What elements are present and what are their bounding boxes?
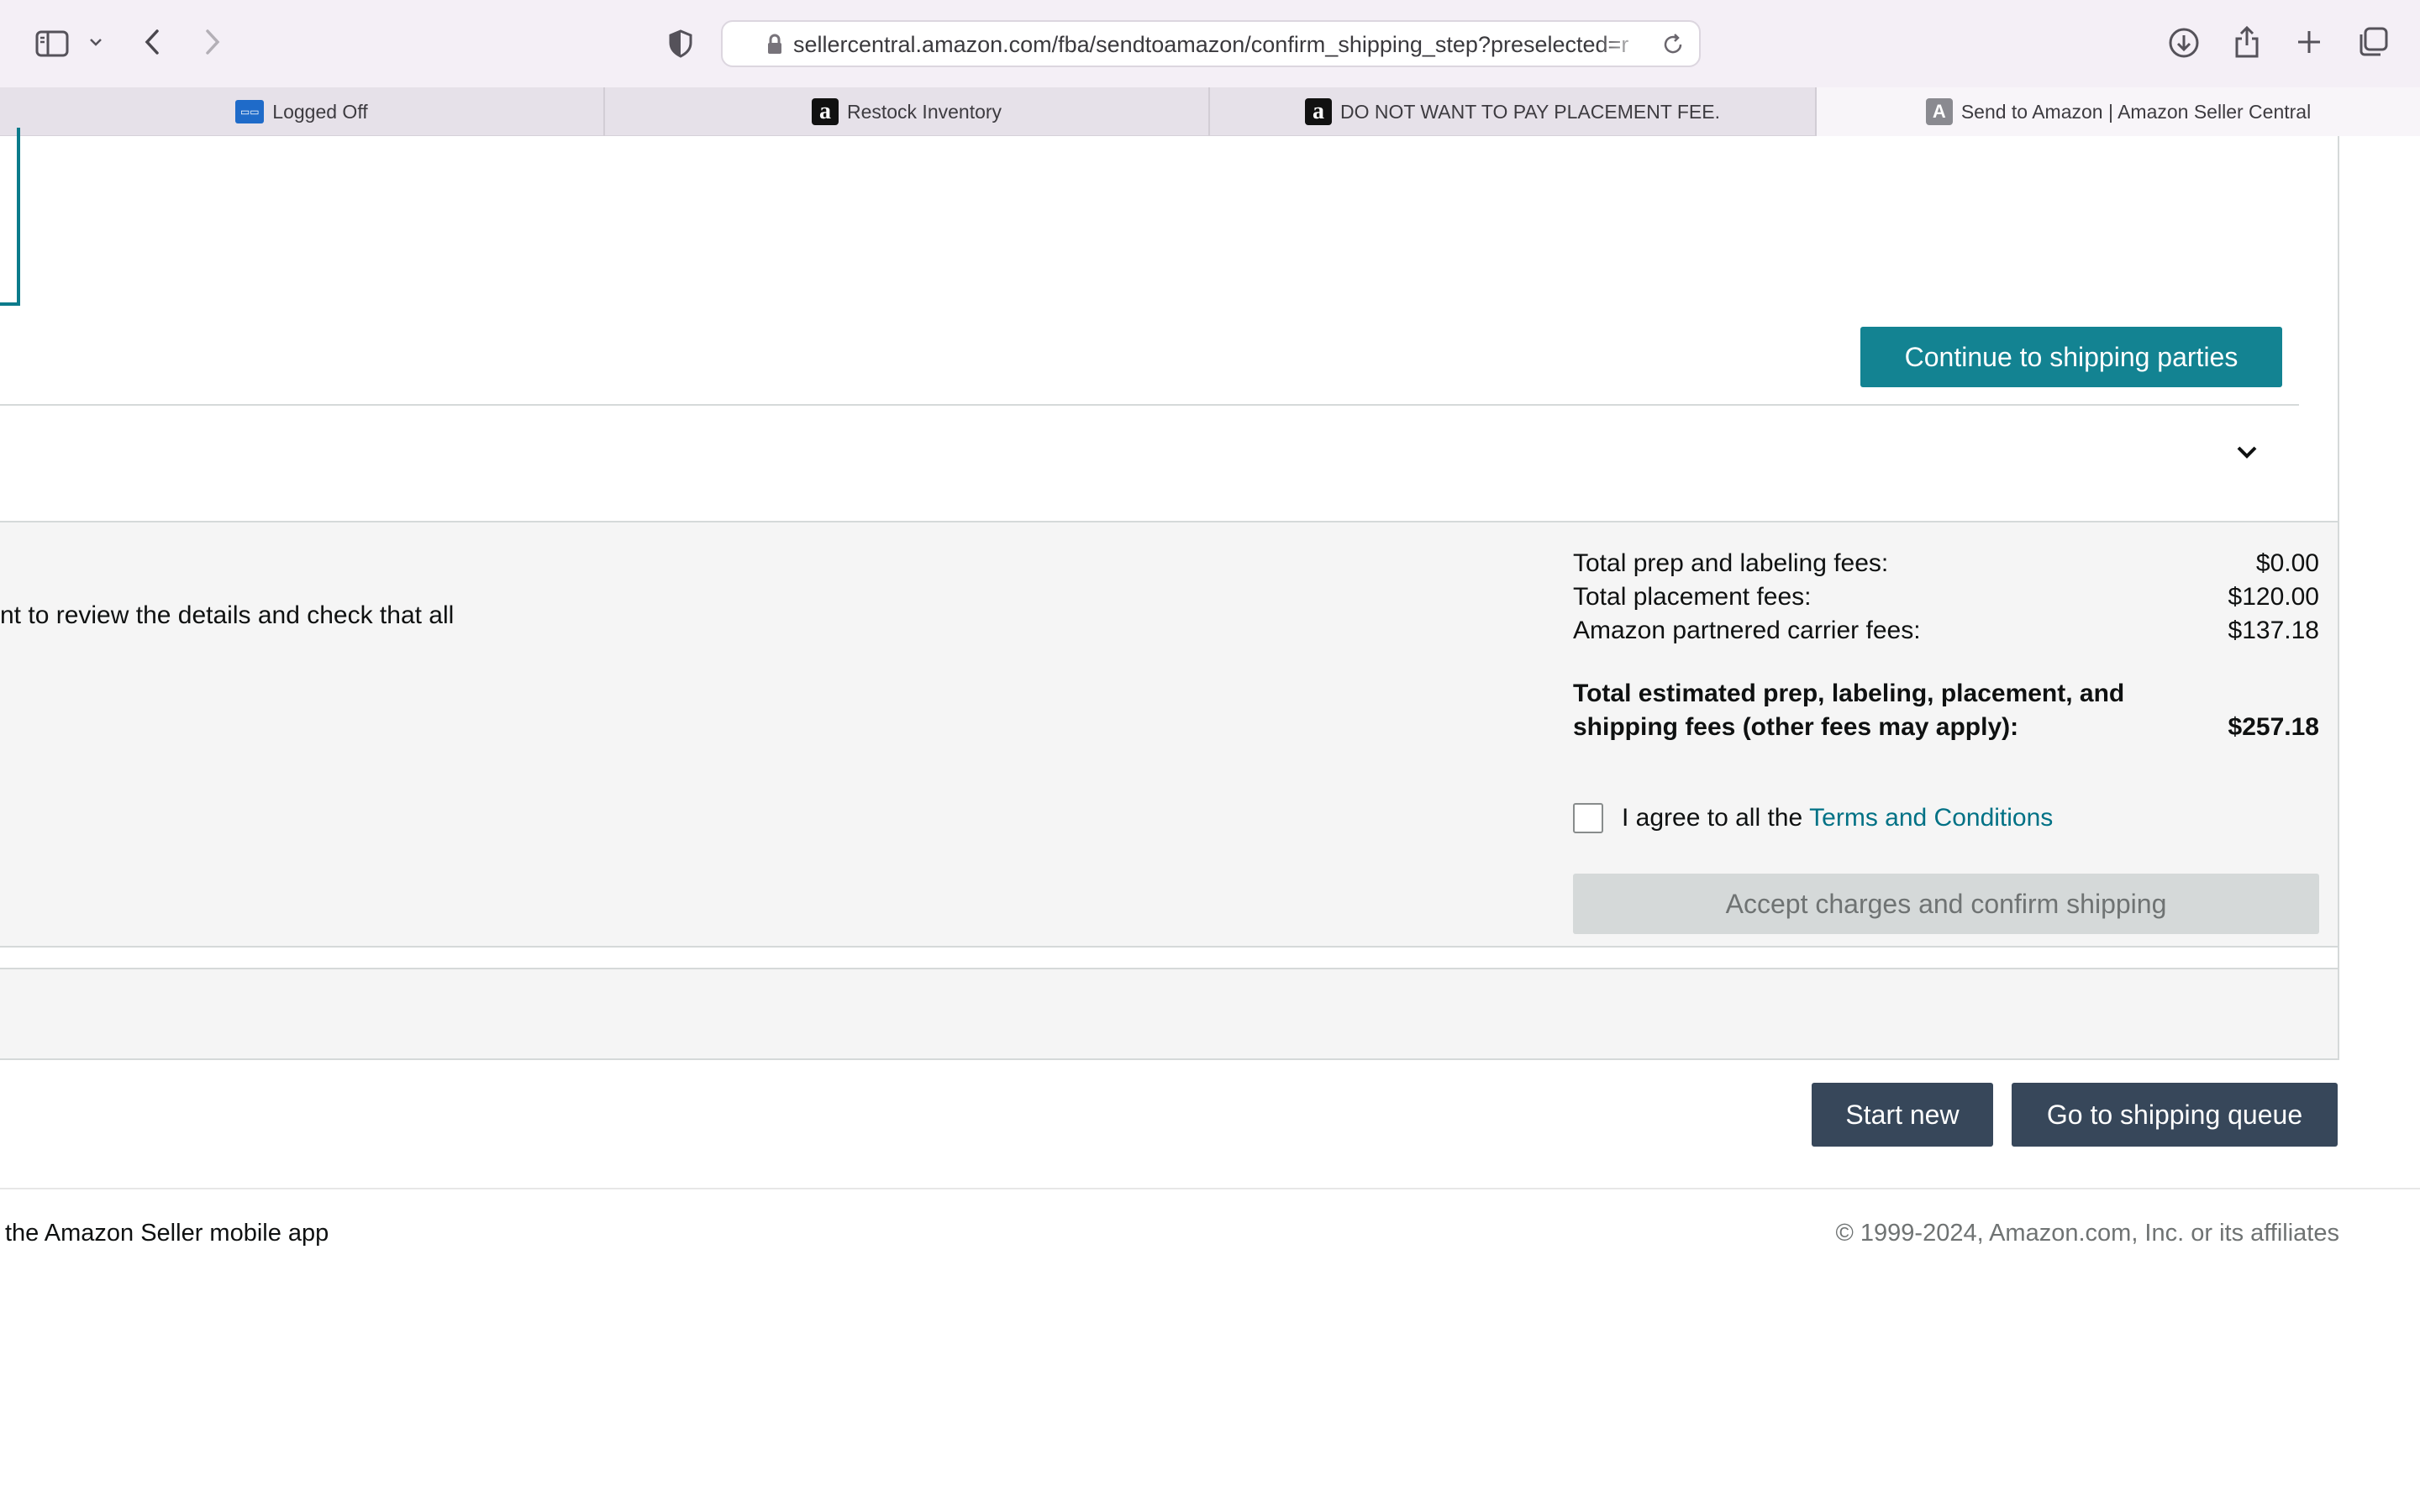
section-divider — [0, 404, 2299, 406]
share-icon[interactable] — [2232, 24, 2262, 60]
fee-amount: $0.00 — [2255, 549, 2319, 577]
chevron-down-icon[interactable] — [2235, 444, 2259, 465]
review-instructions: nt to review the details and check that … — [0, 601, 455, 629]
accept-charges-confirm-shipping-button[interactable]: Accept charges and confirm shipping — [1573, 874, 2319, 934]
downloads-icon[interactable] — [2166, 25, 2202, 60]
total-fees-label: Total estimated prep, labeling, placemen… — [1573, 680, 2125, 741]
fee-label: Total prep and labeling fees: — [1573, 549, 1889, 577]
forward-icon[interactable] — [200, 25, 225, 59]
footer-divider — [0, 1188, 2420, 1189]
new-tab-icon[interactable] — [2294, 27, 2324, 57]
fee-label: Total placement fees: — [1573, 583, 1812, 611]
privacy-shield-icon[interactable] — [666, 27, 696, 60]
fee-total-row: Total estimated prep, labeling, placemen… — [1573, 677, 2319, 744]
amazon-icon: a — [811, 98, 839, 125]
reload-icon[interactable] — [1660, 32, 1686, 61]
secondary-panel — [0, 968, 2339, 1060]
back-icon[interactable] — [139, 25, 165, 59]
fee-row-placement: Total placement fees: $120.00 — [1573, 583, 2319, 617]
tab-bar: ▭▭ Logged Off a Restock Inventory a DO N… — [0, 87, 2420, 136]
chevron-down-icon[interactable] — [87, 34, 104, 50]
mobile-app-text[interactable]: the Amazon Seller mobile app — [5, 1220, 329, 1247]
terms-checkbox[interactable] — [1573, 803, 1603, 833]
fee-row-prep-labeling: Total prep and labeling fees: $0.00 — [1573, 549, 2319, 583]
start-new-button[interactable]: Start new — [1812, 1083, 1993, 1147]
tab-send-to-amazon[interactable]: A Send to Amazon | Amazon Seller Central — [1817, 87, 2420, 136]
fee-amount: $120.00 — [2228, 583, 2319, 611]
fee-amount: $137.18 — [2228, 617, 2319, 644]
copyright-text: © 1999-2024, Amazon.com, Inc. or its aff… — [1835, 1220, 2339, 1247]
tab-placement-fee[interactable]: a DO NOT WANT TO PAY PLACEMENT FEE. — [1210, 87, 1817, 136]
tab-label: Logged Off — [272, 100, 368, 123]
tab-overview-icon[interactable] — [2356, 25, 2390, 59]
terms-and-conditions-link[interactable]: Terms and Conditions — [1809, 804, 2053, 832]
page-content: Continue to shipping parties nt to revie… — [0, 128, 2420, 1512]
fee-label: Amazon partnered carrier fees: — [1573, 617, 1921, 644]
tab-label: Restock Inventory — [846, 100, 1002, 123]
selected-card-edge — [0, 128, 20, 306]
tab-label: DO NOT WANT TO PAY PLACEMENT FEE. — [1339, 100, 1720, 123]
continue-to-shipping-parties-button[interactable]: Continue to shipping parties — [1860, 327, 2282, 387]
agree-text: I agree to all the — [1622, 804, 1803, 832]
sidebar-icon[interactable] — [34, 27, 71, 60]
tab-logged-off[interactable]: ▭▭ Logged Off — [0, 87, 605, 136]
address-bar[interactable]: sellercentral.amazon.com/fba/sendtoamazo… — [721, 20, 1701, 67]
fee-row-carrier: Amazon partnered carrier fees: $137.18 — [1573, 617, 2319, 650]
lock-icon — [766, 34, 783, 60]
total-fees-amount: $257.18 — [2228, 713, 2319, 741]
url-text: sellercentral.amazon.com/fba/sendtoamazo… — [793, 32, 1629, 57]
tab-label: Send to Amazon | Amazon Seller Central — [1960, 100, 2312, 123]
amazon-icon: a — [1304, 98, 1332, 125]
tab-restock-inventory[interactable]: a Restock Inventory — [605, 87, 1210, 136]
go-to-shipping-queue-button[interactable]: Go to shipping queue — [2012, 1083, 2338, 1147]
fee-summary-panel: nt to review the details and check that … — [0, 521, 2339, 948]
terms-agreement: I agree to all the Terms and Conditions — [1573, 800, 2053, 837]
seller-central-icon: A — [1925, 98, 1953, 125]
browser-toolbar: sellercentral.amazon.com/fba/sendtoamazo… — [0, 0, 2420, 87]
amex-icon: ▭▭ — [235, 100, 265, 123]
